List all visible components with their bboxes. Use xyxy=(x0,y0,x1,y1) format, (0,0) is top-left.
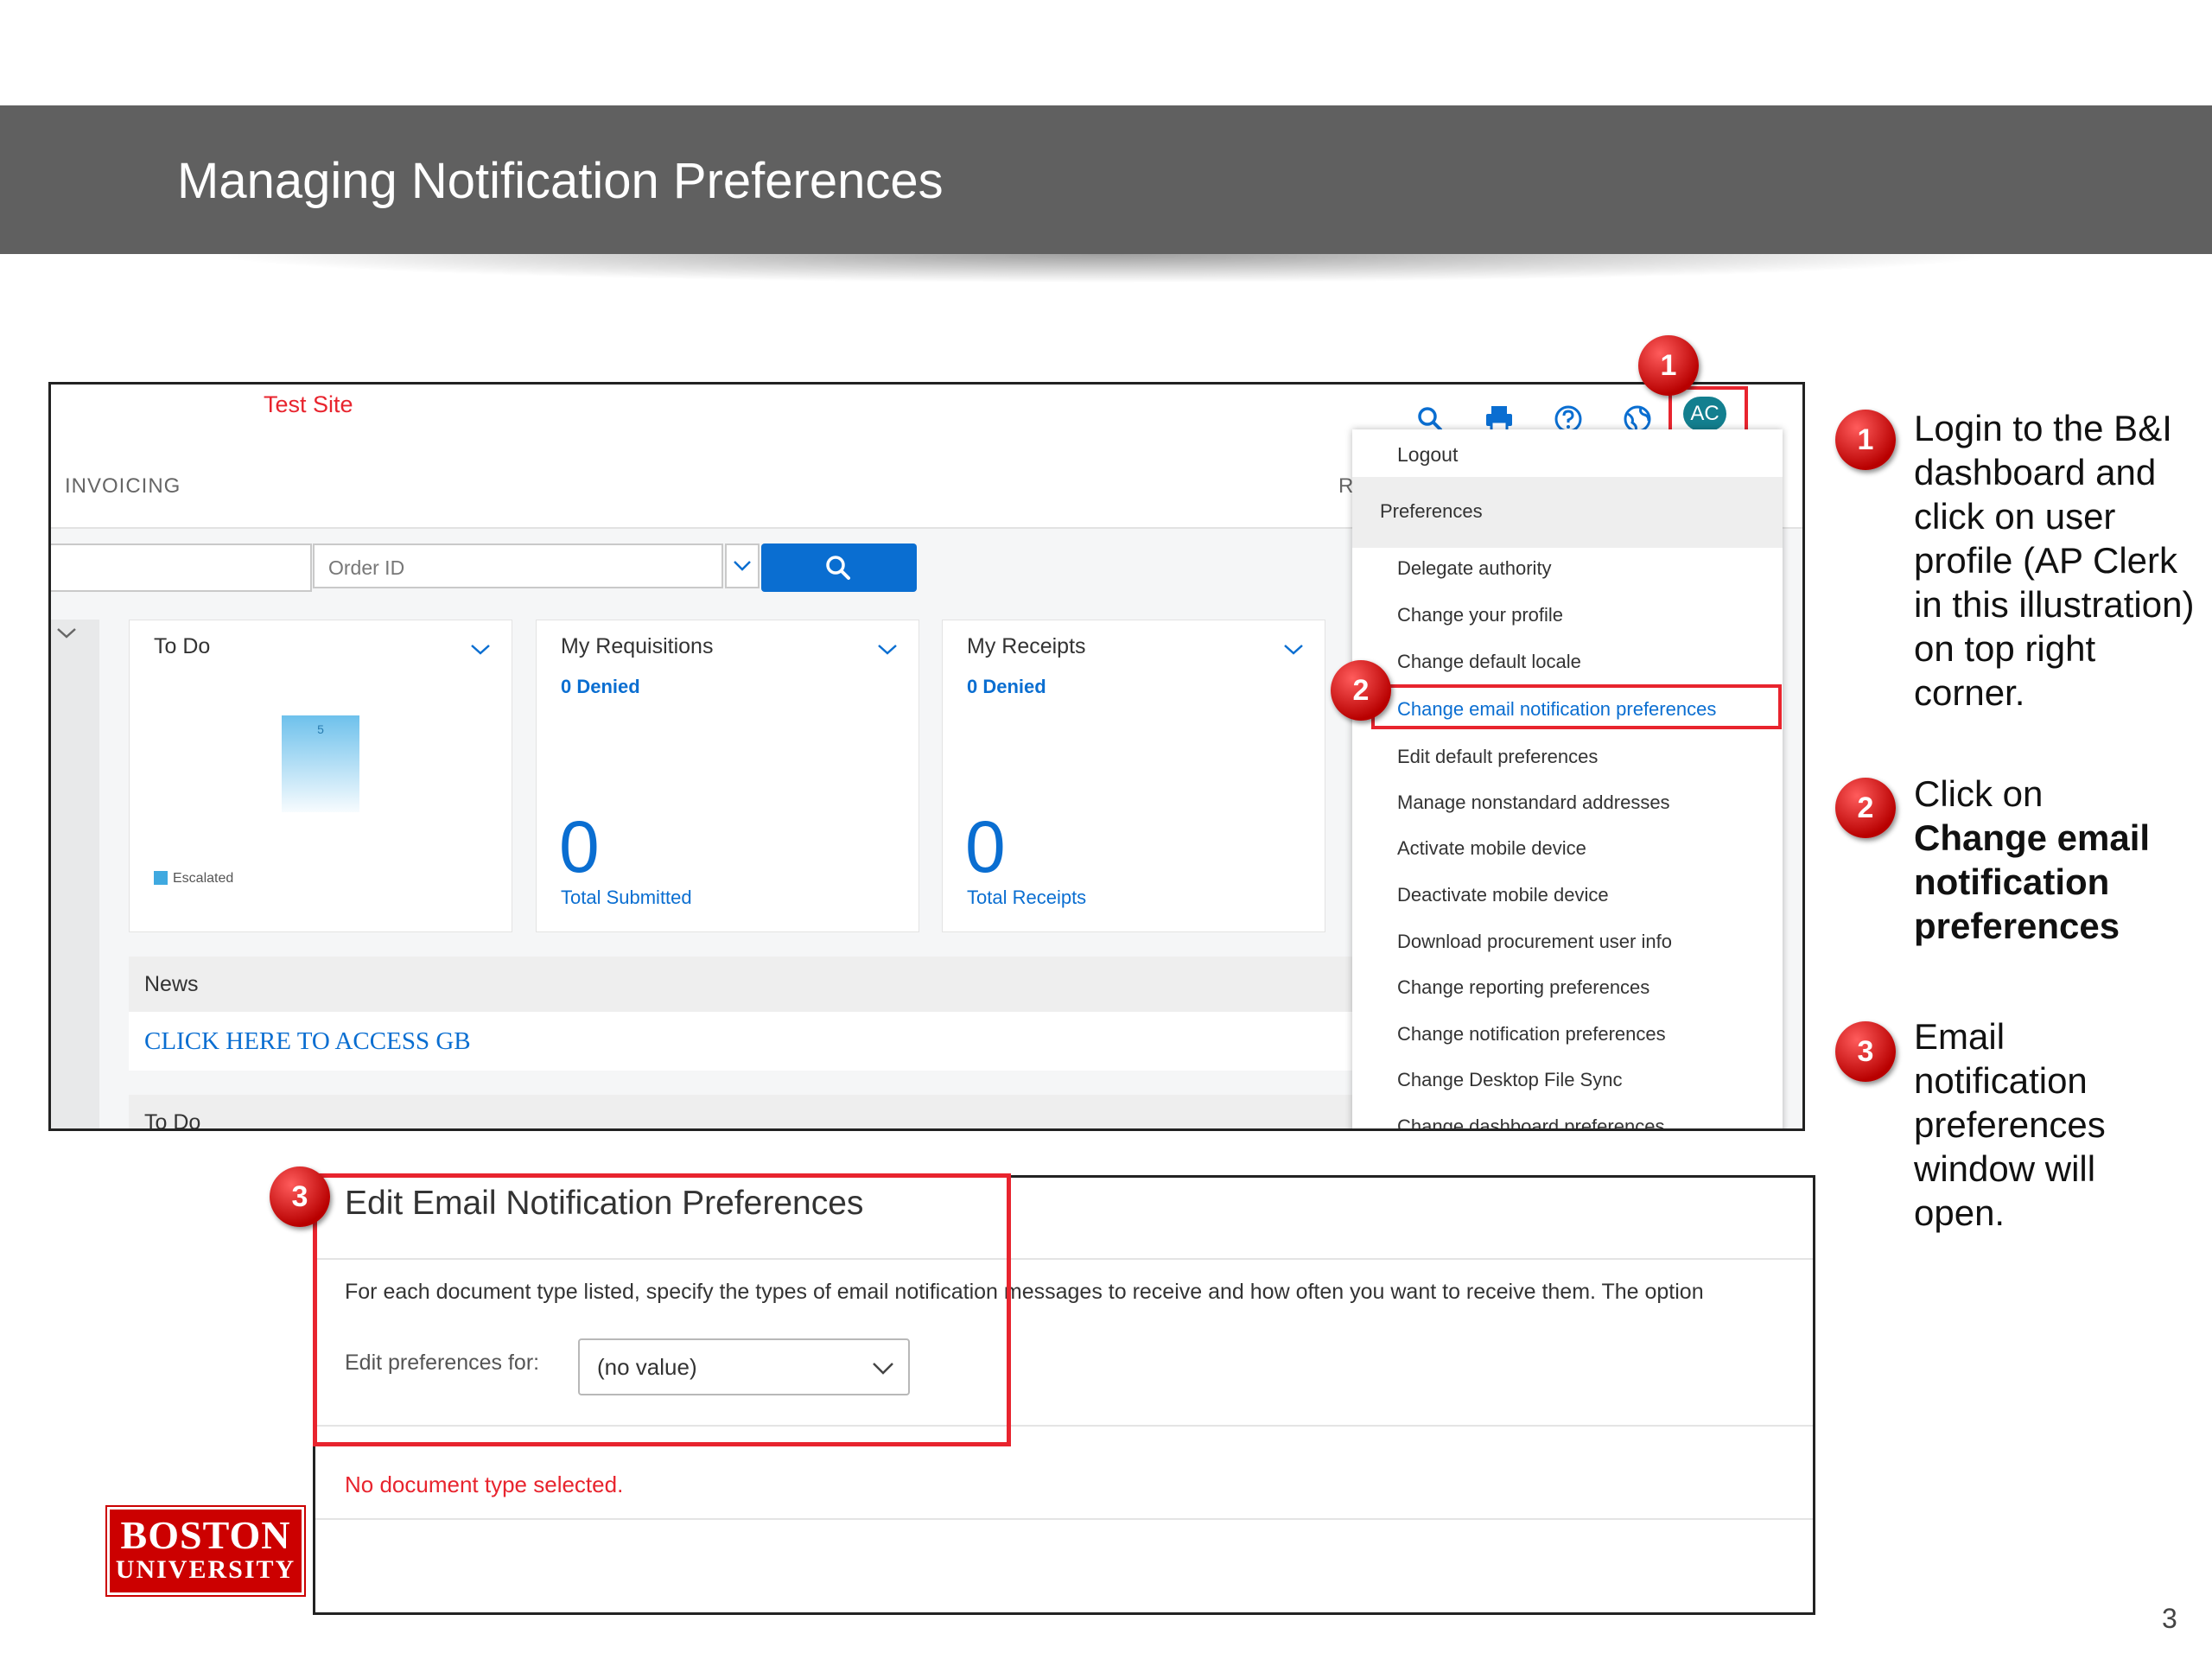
left-panel-strip xyxy=(51,620,99,1128)
todo-section-header xyxy=(129,1095,1425,1128)
menu-item-change-profile[interactable]: Change your profile xyxy=(1397,604,1563,626)
chevron-down-icon xyxy=(734,561,751,571)
news-header xyxy=(129,957,1425,1012)
search-icon xyxy=(826,556,850,580)
menu-preferences-header: Preferences xyxy=(1380,500,1483,522)
todo-section-label: To Do xyxy=(144,1110,201,1131)
boston-university-logo: BOSTON UNIVERSITY xyxy=(105,1505,306,1597)
avatar-highlight-box xyxy=(1669,386,1748,435)
menu-item-dashboard-preferences[interactable]: Change dashboard preferences xyxy=(1397,1116,1664,1128)
step-3-text: Email notification preferences window wi… xyxy=(1914,1016,2106,1233)
denied-link[interactable]: 0 Denied xyxy=(561,676,640,698)
step-badge-3: 3 xyxy=(1835,1021,1896,1082)
email-pref-highlight-box xyxy=(1371,684,1782,729)
search-input[interactable] xyxy=(51,543,312,592)
menu-item-reporting-preferences[interactable]: Change reporting preferences xyxy=(1397,976,1649,999)
menu-item-delegate-authority[interactable]: Delegate authority xyxy=(1397,557,1552,580)
page-number: 3 xyxy=(2162,1603,2177,1634)
menu-item-logout[interactable]: Logout xyxy=(1397,443,1458,467)
receipts-card[interactable]: My Receipts 0 Denied 0 Total Receipts xyxy=(942,620,1325,932)
chevron-down-icon[interactable] xyxy=(875,641,899,658)
requisitions-card[interactable]: My Requisitions 0 Denied 0 Total Submitt… xyxy=(536,620,919,932)
card-title: To Do xyxy=(154,634,211,658)
search-button[interactable] xyxy=(761,543,917,592)
menu-item-notification-preferences[interactable]: Change notification preferences xyxy=(1397,1023,1666,1046)
chevron-down-icon[interactable] xyxy=(468,641,493,658)
logo-line-2: UNIVERSITY xyxy=(115,1555,296,1584)
logo-line-1: BOSTON xyxy=(120,1513,291,1557)
user-menu-dropdown: Logout Preferences Delegate authority Ch… xyxy=(1352,429,1783,1128)
bar-value-label: 5 xyxy=(317,722,324,736)
menu-item-edit-default-preferences[interactable]: Edit default preferences xyxy=(1397,746,1598,768)
step-badge-2: 2 xyxy=(1835,778,1896,838)
step-2-bold: Change email notification preferences xyxy=(1914,817,2151,946)
menu-item-deactivate-mobile[interactable]: Deactivate mobile device xyxy=(1397,884,1609,906)
step-2-text: Click on Change email notification prefe… xyxy=(1914,772,2208,948)
order-id-dropdown[interactable] xyxy=(725,543,760,588)
step-badge-1: 1 xyxy=(1835,410,1896,470)
tab-invoicing[interactable]: INVOICING xyxy=(65,474,181,499)
divider xyxy=(315,1518,1813,1520)
banner-shadow xyxy=(0,254,2212,294)
legend-swatch xyxy=(154,871,168,885)
count-label[interactable]: Total Submitted xyxy=(561,887,692,909)
dashboard-screenshot: Test Site INVOICING R AC Order ID To Do … xyxy=(48,382,1805,1131)
step-1-text: Login to the B&I dashboard and click on … xyxy=(1914,408,2195,713)
denied-link[interactable]: 0 Denied xyxy=(967,676,1046,698)
card-title: My Receipts xyxy=(967,634,1086,658)
count-value[interactable]: 0 xyxy=(559,810,600,883)
menu-item-change-locale[interactable]: Change default locale xyxy=(1397,651,1581,673)
order-id-field[interactable]: Order ID xyxy=(313,543,723,588)
slide-title: Managing Notification Preferences xyxy=(177,153,944,209)
menu-item-desktop-file-sync[interactable]: Change Desktop File Sync xyxy=(1397,1069,1622,1091)
menu-item-download-user-info[interactable]: Download procurement user info xyxy=(1397,931,1672,953)
no-document-message: No document type selected. xyxy=(345,1471,624,1497)
legend-label: Escalated xyxy=(173,871,234,886)
step-2-prefix: Click on xyxy=(1914,773,2044,814)
menu-item-activate-mobile[interactable]: Activate mobile device xyxy=(1397,837,1586,860)
news-link[interactable]: CLICK HERE TO ACCESS GB xyxy=(144,1027,471,1056)
todo-card[interactable]: To Do 5 Escalated xyxy=(129,620,512,932)
news-label: News xyxy=(144,972,199,996)
chevron-down-icon[interactable] xyxy=(1281,641,1306,658)
count-value[interactable]: 0 xyxy=(965,810,1006,883)
step3-highlight-box xyxy=(313,1173,1011,1446)
count-label[interactable]: Total Receipts xyxy=(967,887,1086,909)
step-marker-2: 2 xyxy=(1331,660,1391,721)
card-title: My Requisitions xyxy=(561,634,714,658)
step-marker-3: 3 xyxy=(270,1166,330,1227)
site-label: Test Site xyxy=(264,391,353,417)
chevron-down-icon[interactable] xyxy=(54,625,79,642)
tab-partial[interactable]: R xyxy=(1338,474,1353,499)
step-marker-1: 1 xyxy=(1638,335,1699,396)
menu-item-manage-addresses[interactable]: Manage nonstandard addresses xyxy=(1397,791,1670,814)
